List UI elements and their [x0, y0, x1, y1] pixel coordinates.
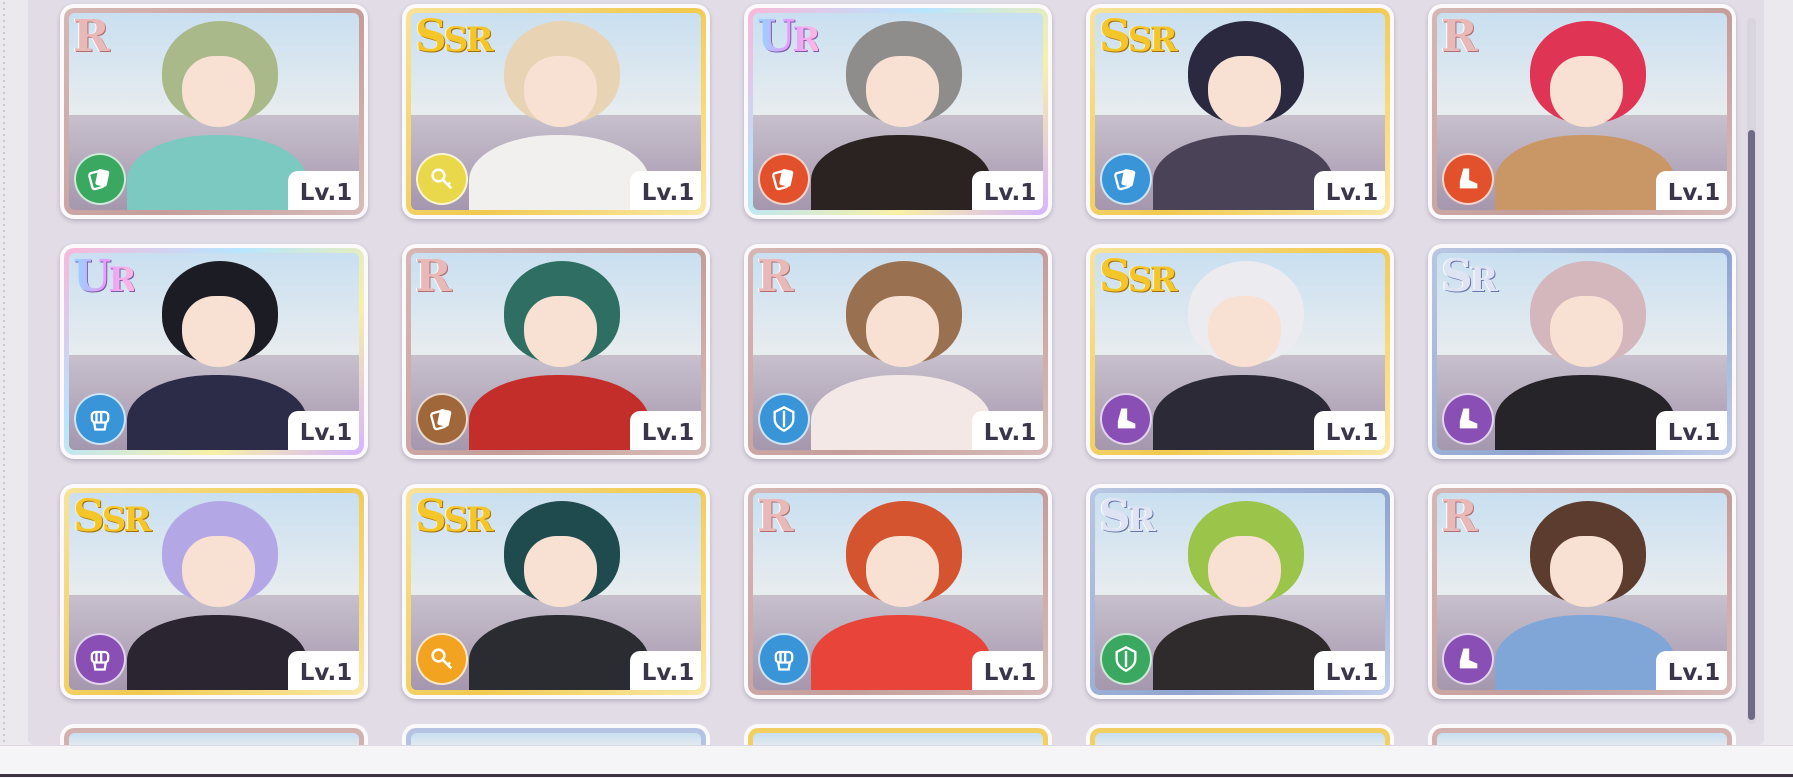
level-label: Lv.1 [288, 171, 359, 210]
character-card[interactable]: SR Lv.1 [1086, 484, 1394, 699]
level-label: Lv.1 [630, 411, 701, 450]
cards-icon [74, 153, 126, 205]
level-label: Lv.1 [1314, 171, 1385, 210]
card-frame: UR Lv.1 [64, 248, 364, 455]
character-portrait: SSR Lv.1 [1095, 253, 1385, 450]
rarity-badge: SSR [415, 13, 494, 62]
cards-icon [416, 393, 468, 445]
key-icon [416, 633, 468, 685]
character-card-partial[interactable] [60, 724, 368, 745]
fist-icon [74, 393, 126, 445]
character-card[interactable]: R Lv.1 [744, 484, 1052, 699]
character-portrait: R Lv.1 [1437, 493, 1727, 690]
cards-icon [758, 153, 810, 205]
card-frame: SSR Lv.1 [1090, 248, 1390, 455]
level-label: Lv.1 [288, 651, 359, 690]
level-label: Lv.1 [1656, 171, 1727, 210]
rarity-badge: R [1441, 493, 1478, 542]
shield-icon [758, 393, 810, 445]
rarity-badge: R [757, 253, 794, 302]
level-label: Lv.1 [972, 651, 1043, 690]
card-frame: R Lv.1 [64, 8, 364, 215]
rarity-badge: SR [1099, 493, 1156, 542]
character-portrait: R Lv.1 [411, 253, 701, 450]
character-card[interactable]: UR Lv.1 [60, 244, 368, 459]
rarity-badge: R [73, 13, 110, 62]
rarity-badge: SSR [1099, 13, 1178, 62]
character-portrait: R Lv.1 [753, 493, 1043, 690]
boot-icon [1442, 633, 1494, 685]
card-frame: R Lv.1 [1432, 8, 1732, 215]
character-card[interactable]: UR Lv.1 [744, 4, 1052, 219]
character-card[interactable]: SSR Lv.1 [60, 484, 368, 699]
character-portrait: SSR Lv.1 [1095, 13, 1385, 210]
rarity-badge: R [415, 253, 452, 302]
character-card[interactable]: R Lv.1 [1428, 484, 1736, 699]
level-label: Lv.1 [1656, 651, 1727, 690]
character-card-partial[interactable] [744, 724, 1052, 745]
fist-icon [74, 633, 126, 685]
character-card[interactable]: SSR Lv.1 [402, 484, 710, 699]
level-label: Lv.1 [288, 411, 359, 450]
card-frame: SR Lv.1 [1090, 488, 1390, 695]
card-frame: SSR Lv.1 [406, 488, 706, 695]
character-portrait: SSR Lv.1 [411, 493, 701, 690]
character-portrait: R Lv.1 [753, 253, 1043, 450]
rarity-badge: R [757, 493, 794, 542]
rarity-badge: R [1441, 13, 1478, 62]
level-label: Lv.1 [1314, 411, 1385, 450]
character-card[interactable]: R Lv.1 [744, 244, 1052, 459]
character-card[interactable]: R Lv.1 [1428, 4, 1736, 219]
level-label: Lv.1 [1656, 411, 1727, 450]
character-portrait: SR Lv.1 [1437, 253, 1727, 450]
fist-icon [758, 633, 810, 685]
card-frame: R Lv.1 [748, 488, 1048, 695]
key-icon [416, 153, 468, 205]
character-grid: R Lv.1 SSR Lv.1 UR Lv.1 SSR Lv.1 R Lv.1 UR Lv.1 R Lv.… [28, 0, 1764, 745]
level-label: Lv.1 [630, 171, 701, 210]
character-portrait: SSR Lv.1 [69, 493, 359, 690]
card-frame: UR Lv.1 [748, 8, 1048, 215]
shield-icon [1100, 633, 1152, 685]
boot-icon [1442, 153, 1494, 205]
character-portrait: UR Lv.1 [69, 253, 359, 450]
character-portrait: UR Lv.1 [753, 13, 1043, 210]
level-label: Lv.1 [972, 171, 1043, 210]
character-portrait: SR Lv.1 [1095, 493, 1385, 690]
character-card-partial[interactable] [1086, 724, 1394, 745]
character-card[interactable]: R Lv.1 [60, 4, 368, 219]
card-frame: SSR Lv.1 [406, 8, 706, 215]
character-portrait: SSR Lv.1 [411, 13, 701, 210]
rarity-badge: UR [757, 13, 818, 62]
card-frame: R Lv.1 [406, 248, 706, 455]
level-label: Lv.1 [630, 651, 701, 690]
card-frame: SSR Lv.1 [64, 488, 364, 695]
card-frame: R Lv.1 [1432, 488, 1732, 695]
level-label: Lv.1 [1314, 651, 1385, 690]
cards-icon [1100, 153, 1152, 205]
character-card[interactable]: SSR Lv.1 [1086, 244, 1394, 459]
card-frame: SR Lv.1 [1432, 248, 1732, 455]
boot-icon [1100, 393, 1152, 445]
card-frame: R Lv.1 [748, 248, 1048, 455]
character-card-partial[interactable] [402, 724, 710, 745]
character-card[interactable]: SSR Lv.1 [402, 4, 710, 219]
boot-icon [1442, 393, 1494, 445]
character-card[interactable]: SSR Lv.1 [1086, 4, 1394, 219]
character-portrait: R Lv.1 [1437, 13, 1727, 210]
character-card-partial[interactable] [1428, 724, 1736, 745]
scrollbar-thumb[interactable] [1748, 130, 1755, 720]
rarity-badge: SSR [73, 493, 152, 542]
character-card[interactable]: R Lv.1 [402, 244, 710, 459]
character-card[interactable]: SR Lv.1 [1428, 244, 1736, 459]
character-portrait: R Lv.1 [69, 13, 359, 210]
card-frame: SSR Lv.1 [1090, 8, 1390, 215]
window-edge [2, 0, 6, 777]
rarity-badge: SSR [1099, 253, 1178, 302]
rarity-badge: SSR [415, 493, 494, 542]
rarity-badge: SR [1441, 253, 1498, 302]
rarity-badge: UR [73, 253, 134, 302]
level-label: Lv.1 [972, 411, 1043, 450]
